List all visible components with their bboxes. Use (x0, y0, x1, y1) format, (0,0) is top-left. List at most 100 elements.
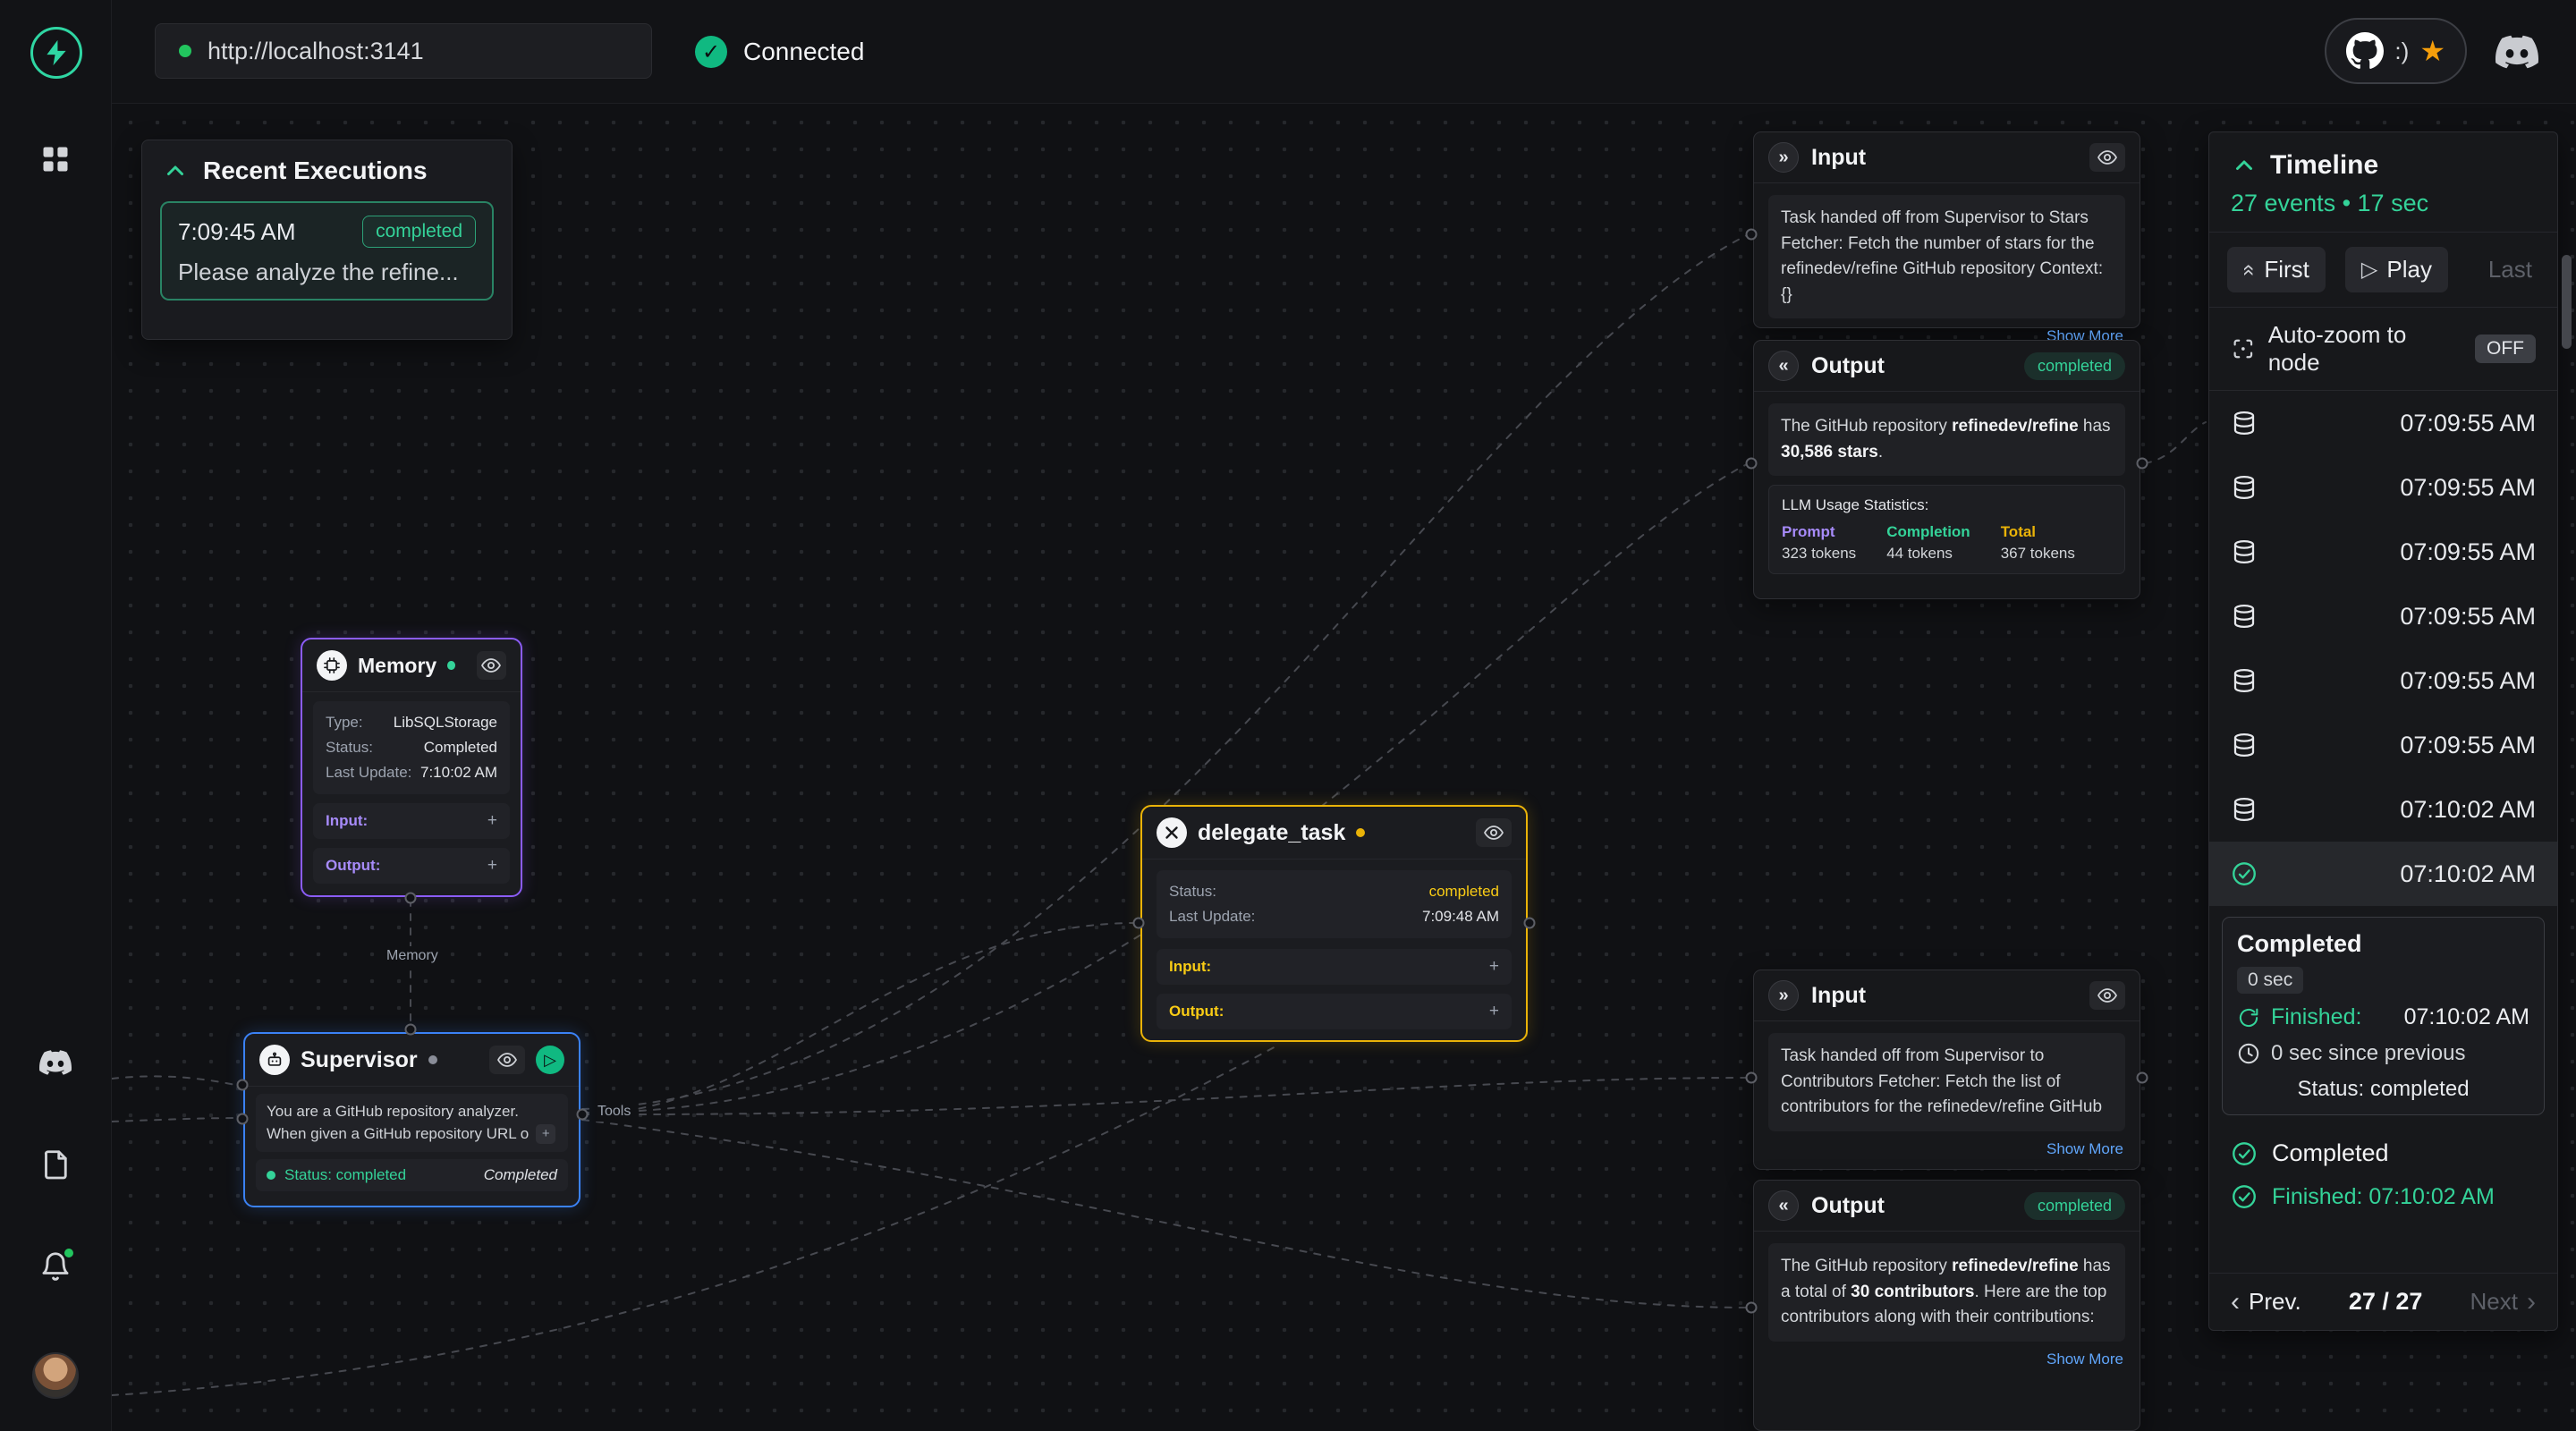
body-text: The GitHub repository (1781, 417, 1952, 436)
autozoom-toggle[interactable]: Auto-zoom to node OFF (2209, 308, 2557, 391)
app-logo[interactable] (30, 27, 82, 79)
app-root: Memory Tools http://localhost:3141 ✓ Con… (0, 0, 2576, 1431)
last-button[interactable]: Last (2481, 247, 2539, 292)
docs-icon[interactable] (38, 1147, 73, 1182)
apps-grid-icon[interactable] (38, 141, 73, 177)
supervisor-eye-button[interactable] (489, 1046, 525, 1074)
server-url-input[interactable]: http://localhost:3141 (155, 23, 652, 79)
port-supervisor-top[interactable] (405, 1024, 417, 1036)
input-eye-button[interactable] (2089, 981, 2125, 1010)
supervisor-status-row: Status: completed Completed (256, 1159, 568, 1191)
input-panel-title: Input (1811, 983, 1866, 1009)
timeline-event-row-selected[interactable]: 07:10:02 AM (2209, 842, 2557, 906)
next-chevron-icon: › (2527, 1289, 2536, 1316)
discord-icon[interactable] (38, 1045, 73, 1080)
port-output2-left[interactable] (1746, 1302, 1758, 1314)
timeline-event-row[interactable]: 07:10:02 AM (2209, 777, 2557, 842)
llm-stat-total: Total 367 tokens (2001, 523, 2075, 563)
timeline-event-row[interactable]: 07:09:55 AM (2209, 713, 2557, 777)
scrollbar-thumb[interactable] (2562, 255, 2572, 349)
delegate-output-row[interactable]: Output: + (1157, 994, 1512, 1029)
star-icon: ★ (2419, 37, 2445, 65)
expand-plus-icon[interactable]: + (487, 856, 497, 876)
supervisor-status-value: Completed (484, 1166, 557, 1184)
next-label: Next (2470, 1288, 2518, 1316)
timeline-controls: « First ▷ Play Last (2209, 233, 2557, 308)
port-delegate-right[interactable] (1524, 918, 1536, 929)
first-button[interactable]: « First (2227, 247, 2326, 292)
timeline-event-row[interactable]: 07:09:55 AM (2209, 584, 2557, 648)
expand-plus-icon[interactable]: + (487, 811, 497, 831)
llm-usage-title: LLM Usage Statistics: (1782, 496, 2112, 514)
body-text: . (1878, 443, 1883, 461)
timeline-collapse-chevron[interactable] (2231, 152, 2258, 179)
field-label: Type: (326, 710, 363, 735)
timeline-event-row[interactable]: 07:09:55 AM (2209, 520, 2557, 584)
body-bold: refinedev/refine (1952, 417, 2079, 436)
output-arrows-icon: « (1768, 351, 1799, 381)
memory-node[interactable]: Memory Type:LibSQLStorage Status:Complet… (301, 638, 522, 897)
timeline-event-row[interactable]: 07:09:55 AM (2209, 455, 2557, 520)
port-input1-left[interactable] (1746, 229, 1758, 241)
port-supervisor-left-a[interactable] (237, 1080, 249, 1091)
port-output1-left[interactable] (1746, 458, 1758, 470)
supervisor-node-title: Supervisor (301, 1047, 418, 1073)
memory-event-icon (2231, 796, 2258, 823)
memory-input-row[interactable]: Input: + (313, 803, 510, 839)
delegate-node-fields: Status:completed Last Update:7:09:48 AM (1157, 870, 1512, 938)
port-supervisor-right[interactable] (577, 1109, 589, 1121)
notification-dot (63, 1247, 75, 1259)
expand-plus-icon[interactable]: + (1489, 957, 1499, 977)
first-label: First (2264, 256, 2309, 284)
memory-event-icon (2231, 732, 2258, 758)
collapse-chevron-icon[interactable] (162, 157, 189, 184)
memory-eye-button[interactable] (477, 651, 506, 680)
delegate-task-node[interactable]: delegate_task Status:completed Last Upda… (1140, 805, 1528, 1042)
port-memory-bottom[interactable] (405, 893, 417, 904)
port-delegate-left[interactable] (1133, 918, 1145, 929)
execution-card[interactable]: 7:09:45 AM completed Please analyze the … (160, 201, 494, 301)
play-label: Play (2386, 256, 2432, 284)
next-button[interactable]: Next › (2470, 1288, 2536, 1316)
field-label: Status: (1169, 879, 1216, 904)
expand-plus-icon[interactable]: + (536, 1124, 555, 1144)
port-output1-right[interactable] (2137, 458, 2148, 470)
check-circle-icon (2231, 1140, 2258, 1167)
event-time: 07:10:02 AM (2400, 860, 2536, 888)
play-button[interactable]: ▷ Play (2345, 247, 2448, 292)
memory-output-row[interactable]: Output: + (313, 848, 510, 884)
input-panel-contributors[interactable]: » Input Task handed off from Supervisor … (1753, 970, 2140, 1170)
output-panel-stars[interactable]: « Output completed The GitHub repository… (1753, 340, 2140, 599)
timeline-event-row[interactable]: 07:09:55 AM (2209, 648, 2557, 713)
expand-plus-icon[interactable]: + (1489, 1002, 1499, 1021)
show-more-link[interactable]: Show More (1770, 1140, 2123, 1158)
prev-button[interactable]: ‹ Prev. (2231, 1288, 2301, 1316)
port-input2-right[interactable] (2137, 1072, 2148, 1084)
supervisor-play-button[interactable]: ▷ (536, 1046, 564, 1074)
delegate-input-row[interactable]: Input: + (1157, 949, 1512, 985)
timeline-event-row[interactable]: 07:09:55 AM (2209, 391, 2557, 455)
supervisor-node[interactable]: Supervisor ▷ You are a GitHub repository… (243, 1032, 580, 1207)
next-event-summary: Completed Finished: 07:10:02 AM (2209, 1126, 2557, 1227)
port-supervisor-left-b[interactable] (237, 1113, 249, 1125)
show-more-link[interactable]: Show More (1770, 1351, 2123, 1368)
delegate-eye-button[interactable] (1476, 818, 1512, 847)
input-panel-stars[interactable]: » Input Task handed off from Supervisor … (1753, 131, 2140, 328)
user-avatar[interactable] (32, 1352, 79, 1399)
notifications-bell-icon[interactable] (38, 1249, 73, 1284)
edge-label-memory: Memory (379, 946, 445, 966)
github-star-button[interactable]: :) ★ (2325, 18, 2467, 84)
discord-link-icon[interactable] (2496, 30, 2540, 75)
timeline-pagination: ‹ Prev. 27 / 27 Next › (2209, 1273, 2557, 1330)
next-event-title-row[interactable]: Completed (2231, 1131, 2536, 1175)
input-eye-button[interactable] (2089, 143, 2125, 172)
output-arrows-icon: « (1768, 1190, 1799, 1221)
topbar: http://localhost:3141 ✓ Connected :) ★ (112, 0, 2576, 104)
output-panel-contributors[interactable]: « Output completed The GitHub repository… (1753, 1180, 2140, 1431)
port-input2-left[interactable] (1746, 1072, 1758, 1084)
refresh-icon (2237, 1006, 2260, 1029)
since-previous: 0 sec since previous (2271, 1041, 2465, 1066)
input-arrows-icon: » (1768, 142, 1799, 173)
memory-node-title: Memory (358, 654, 436, 678)
next-event-title: Completed (2272, 1139, 2389, 1167)
